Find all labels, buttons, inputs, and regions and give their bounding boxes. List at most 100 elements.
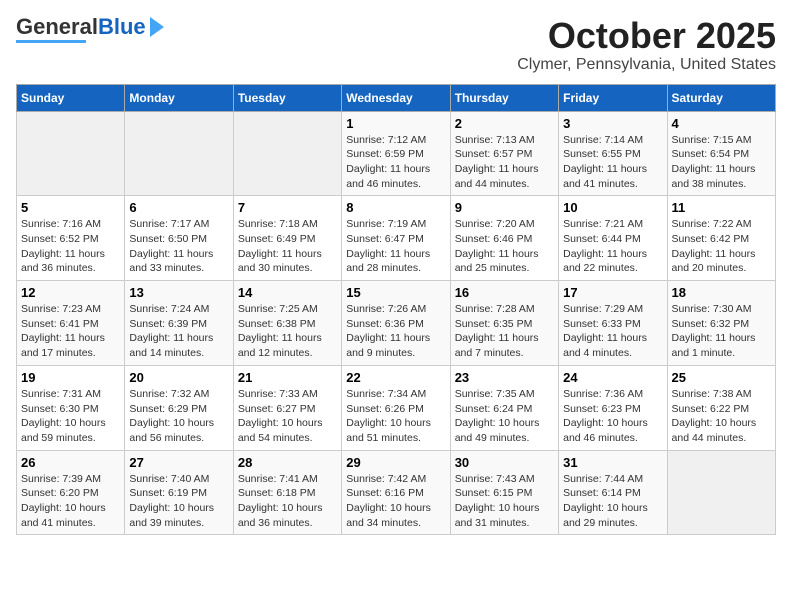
day-info: Sunrise: 7:13 AM Sunset: 6:57 PM Dayligh… bbox=[455, 133, 554, 192]
calendar-day-cell: 6 Sunrise: 7:17 AM Sunset: 6:50 PM Daylig… bbox=[125, 196, 233, 281]
page-header: GeneralBlue October 2025 Clymer, Pennsyl… bbox=[16, 16, 776, 74]
day-number: 5 bbox=[21, 200, 120, 215]
calendar-day-cell: 13Sunrise: 7:24 AM Sunset: 6:39 PM Dayli… bbox=[125, 281, 233, 366]
day-info: Sunrise: 7:31 AM Sunset: 6:30 PM Dayligh… bbox=[21, 387, 120, 446]
calendar-day-cell: 24 Sunrise: 7:36 AM Sunset: 6:23 PM Dayli… bbox=[559, 365, 667, 450]
day-info: Sunrise: 7:29 AM Sunset: 6:33 PM Dayligh… bbox=[563, 302, 662, 361]
day-number: 10 bbox=[563, 200, 662, 215]
calendar-day-cell: 10 Sunrise: 7:21 AM Sunset: 6:44 PM Dayli… bbox=[559, 196, 667, 281]
day-info: Sunrise: 7:20 AM Sunset: 6:46 PM Dayligh… bbox=[455, 217, 554, 276]
calendar-day-cell: 8 Sunrise: 7:19 AM Sunset: 6:47 PM Daylig… bbox=[342, 196, 450, 281]
day-number: 15 bbox=[346, 285, 445, 300]
day-number: 31 bbox=[563, 455, 662, 470]
calendar-day-cell: 1Sunrise: 7:12 AM Sunset: 6:59 PM Daylig… bbox=[342, 111, 450, 196]
day-info: Sunrise: 7:16 AM Sunset: 6:52 PM Dayligh… bbox=[21, 217, 120, 276]
calendar-day-cell: 3 Sunrise: 7:14 AM Sunset: 6:55 PM Daylig… bbox=[559, 111, 667, 196]
calendar-day-cell: 29Sunrise: 7:42 AM Sunset: 6:16 PM Dayli… bbox=[342, 450, 450, 535]
calendar-day-cell bbox=[125, 111, 233, 196]
day-info: Sunrise: 7:15 AM Sunset: 6:54 PM Dayligh… bbox=[672, 133, 771, 192]
day-number: 21 bbox=[238, 370, 337, 385]
day-of-week-header: Thursday bbox=[450, 84, 558, 111]
day-number: 22 bbox=[346, 370, 445, 385]
calendar-day-cell bbox=[17, 111, 125, 196]
day-number: 4 bbox=[672, 116, 771, 131]
calendar-day-cell bbox=[667, 450, 775, 535]
day-number: 23 bbox=[455, 370, 554, 385]
calendar-day-cell: 7Sunrise: 7:18 AM Sunset: 6:49 PM Daylig… bbox=[233, 196, 341, 281]
calendar-day-cell: 21 Sunrise: 7:33 AM Sunset: 6:27 PM Dayli… bbox=[233, 365, 341, 450]
day-number: 18 bbox=[672, 285, 771, 300]
day-info: Sunrise: 7:23 AM Sunset: 6:41 PM Dayligh… bbox=[21, 302, 120, 361]
day-of-week-header: Saturday bbox=[667, 84, 775, 111]
calendar-day-cell: 18Sunrise: 7:30 AM Sunset: 6:32 PM Dayli… bbox=[667, 281, 775, 366]
calendar-week-row: 19 Sunrise: 7:31 AM Sunset: 6:30 PM Dayli… bbox=[17, 365, 776, 450]
day-number: 13 bbox=[129, 285, 228, 300]
day-of-week-header: Friday bbox=[559, 84, 667, 111]
day-info: Sunrise: 7:21 AM Sunset: 6:44 PM Dayligh… bbox=[563, 217, 662, 276]
calendar-day-cell: 20 Sunrise: 7:32 AM Sunset: 6:29 PM Dayli… bbox=[125, 365, 233, 450]
calendar-body: 1Sunrise: 7:12 AM Sunset: 6:59 PM Daylig… bbox=[17, 111, 776, 535]
calendar-day-cell: 2Sunrise: 7:13 AM Sunset: 6:57 PM Daylig… bbox=[450, 111, 558, 196]
calendar-day-cell: 30 Sunrise: 7:43 AM Sunset: 6:15 PM Dayli… bbox=[450, 450, 558, 535]
day-info: Sunrise: 7:39 AM Sunset: 6:20 PM Dayligh… bbox=[21, 472, 120, 531]
calendar-day-cell: 31Sunrise: 7:44 AM Sunset: 6:14 PM Dayli… bbox=[559, 450, 667, 535]
calendar-day-cell: 11 Sunrise: 7:22 AM Sunset: 6:42 PM Dayli… bbox=[667, 196, 775, 281]
day-number: 19 bbox=[21, 370, 120, 385]
title-block: October 2025 Clymer, Pennsylvania, Unite… bbox=[517, 16, 776, 74]
day-of-week-header: Sunday bbox=[17, 84, 125, 111]
logo-line bbox=[16, 40, 86, 43]
day-number: 30 bbox=[455, 455, 554, 470]
day-number: 11 bbox=[672, 200, 771, 215]
day-info: Sunrise: 7:26 AM Sunset: 6:36 PM Dayligh… bbox=[346, 302, 445, 361]
calendar-day-cell: 27 Sunrise: 7:40 AM Sunset: 6:19 PM Dayli… bbox=[125, 450, 233, 535]
day-number: 9 bbox=[455, 200, 554, 215]
calendar-week-row: 26 Sunrise: 7:39 AM Sunset: 6:20 PM Dayli… bbox=[17, 450, 776, 535]
calendar-table: SundayMondayTuesdayWednesdayThursdayFrid… bbox=[16, 84, 776, 536]
day-info: Sunrise: 7:25 AM Sunset: 6:38 PM Dayligh… bbox=[238, 302, 337, 361]
day-number: 20 bbox=[129, 370, 228, 385]
calendar-day-cell: 17Sunrise: 7:29 AM Sunset: 6:33 PM Dayli… bbox=[559, 281, 667, 366]
calendar-day-cell: 5 Sunrise: 7:16 AM Sunset: 6:52 PM Daylig… bbox=[17, 196, 125, 281]
day-info: Sunrise: 7:43 AM Sunset: 6:15 PM Dayligh… bbox=[455, 472, 554, 531]
day-info: Sunrise: 7:22 AM Sunset: 6:42 PM Dayligh… bbox=[672, 217, 771, 276]
calendar-day-cell: 12 Sunrise: 7:23 AM Sunset: 6:41 PM Dayli… bbox=[17, 281, 125, 366]
day-number: 12 bbox=[21, 285, 120, 300]
day-info: Sunrise: 7:38 AM Sunset: 6:22 PM Dayligh… bbox=[672, 387, 771, 446]
day-number: 3 bbox=[563, 116, 662, 131]
calendar-week-row: 12 Sunrise: 7:23 AM Sunset: 6:41 PM Dayli… bbox=[17, 281, 776, 366]
day-number: 6 bbox=[129, 200, 228, 215]
day-info: Sunrise: 7:36 AM Sunset: 6:23 PM Dayligh… bbox=[563, 387, 662, 446]
calendar-day-cell: 15 Sunrise: 7:26 AM Sunset: 6:36 PM Dayli… bbox=[342, 281, 450, 366]
day-number: 27 bbox=[129, 455, 228, 470]
day-info: Sunrise: 7:17 AM Sunset: 6:50 PM Dayligh… bbox=[129, 217, 228, 276]
calendar-week-row: 1Sunrise: 7:12 AM Sunset: 6:59 PM Daylig… bbox=[17, 111, 776, 196]
calendar-day-cell: 26 Sunrise: 7:39 AM Sunset: 6:20 PM Dayli… bbox=[17, 450, 125, 535]
calendar-day-cell: 19 Sunrise: 7:31 AM Sunset: 6:30 PM Dayli… bbox=[17, 365, 125, 450]
calendar-header-row: SundayMondayTuesdayWednesdayThursdayFrid… bbox=[17, 84, 776, 111]
calendar-day-cell: 4 Sunrise: 7:15 AM Sunset: 6:54 PM Daylig… bbox=[667, 111, 775, 196]
logo-arrow-icon bbox=[150, 17, 164, 37]
day-info: Sunrise: 7:19 AM Sunset: 6:47 PM Dayligh… bbox=[346, 217, 445, 276]
day-info: Sunrise: 7:42 AM Sunset: 6:16 PM Dayligh… bbox=[346, 472, 445, 531]
day-info: Sunrise: 7:14 AM Sunset: 6:55 PM Dayligh… bbox=[563, 133, 662, 192]
logo: GeneralBlue bbox=[16, 16, 164, 43]
day-of-week-header: Monday bbox=[125, 84, 233, 111]
day-info: Sunrise: 7:41 AM Sunset: 6:18 PM Dayligh… bbox=[238, 472, 337, 531]
day-number: 25 bbox=[672, 370, 771, 385]
calendar-day-cell bbox=[233, 111, 341, 196]
day-info: Sunrise: 7:32 AM Sunset: 6:29 PM Dayligh… bbox=[129, 387, 228, 446]
day-info: Sunrise: 7:12 AM Sunset: 6:59 PM Dayligh… bbox=[346, 133, 445, 192]
day-number: 8 bbox=[346, 200, 445, 215]
day-info: Sunrise: 7:33 AM Sunset: 6:27 PM Dayligh… bbox=[238, 387, 337, 446]
logo-general: General bbox=[16, 14, 98, 39]
day-number: 14 bbox=[238, 285, 337, 300]
day-number: 26 bbox=[21, 455, 120, 470]
day-info: Sunrise: 7:35 AM Sunset: 6:24 PM Dayligh… bbox=[455, 387, 554, 446]
calendar-day-cell: 25 Sunrise: 7:38 AM Sunset: 6:22 PM Dayli… bbox=[667, 365, 775, 450]
calendar-week-row: 5 Sunrise: 7:16 AM Sunset: 6:52 PM Daylig… bbox=[17, 196, 776, 281]
day-number: 16 bbox=[455, 285, 554, 300]
calendar-day-cell: 23 Sunrise: 7:35 AM Sunset: 6:24 PM Dayli… bbox=[450, 365, 558, 450]
day-info: Sunrise: 7:40 AM Sunset: 6:19 PM Dayligh… bbox=[129, 472, 228, 531]
day-number: 24 bbox=[563, 370, 662, 385]
day-info: Sunrise: 7:34 AM Sunset: 6:26 PM Dayligh… bbox=[346, 387, 445, 446]
